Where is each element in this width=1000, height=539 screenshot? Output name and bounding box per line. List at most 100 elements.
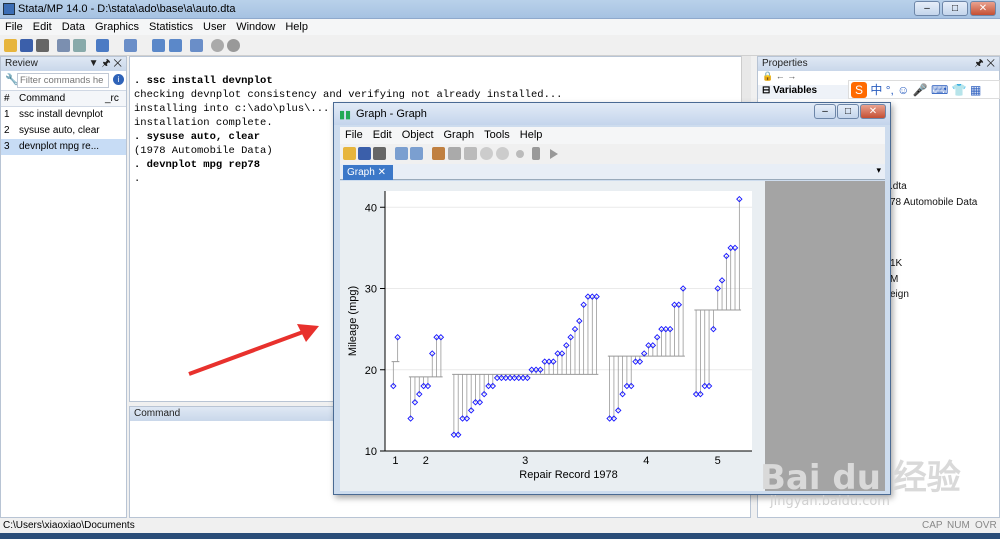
- annotation-arrow-icon: [188, 324, 319, 376]
- info-icon[interactable]: i: [113, 74, 124, 85]
- graph-plot-area[interactable]: 10 20 30 40 1 2 3 4 5 Repair Record 1978 Mileage (…: [340, 181, 765, 491]
- graph-editor-icon[interactable]: [432, 147, 445, 160]
- review-row[interactable]: 2 sysuse auto, clear: [1, 123, 126, 139]
- break-icon[interactable]: [227, 39, 240, 52]
- graph-menu-graph[interactable]: Graph: [439, 127, 480, 144]
- x-group-label: 4: [643, 455, 649, 467]
- graph-menu-object[interactable]: Object: [397, 127, 439, 144]
- viewer-icon[interactable]: [73, 39, 86, 52]
- save-icon[interactable]: [20, 39, 33, 52]
- rename-icon[interactable]: [410, 147, 423, 160]
- tab-dropdown-icon[interactable]: ▾: [876, 165, 881, 176]
- maximize-button[interactable]: □: [942, 1, 968, 16]
- do-file-editor-icon[interactable]: [124, 39, 137, 52]
- review-row-selected[interactable]: 3 devnplot mpg re...: [1, 139, 126, 155]
- tab-close-icon[interactable]: ✕: [378, 167, 386, 178]
- ovr-indicator: OVR: [975, 520, 997, 531]
- menu-edit[interactable]: Edit: [28, 19, 57, 35]
- num-indicator: NUM: [947, 520, 970, 531]
- review-row[interactable]: 1 ssc install devnplot: [1, 107, 126, 123]
- row-number: 2: [4, 125, 10, 136]
- x-group-label: 2: [423, 455, 429, 467]
- pause-icon[interactable]: [532, 147, 540, 160]
- y-tick-label: 30: [365, 284, 377, 296]
- pointer-icon[interactable]: [464, 147, 477, 160]
- menu-graphics[interactable]: Graphics: [90, 19, 144, 35]
- review-header: Review ▼ 🖈 ✕: [1, 57, 126, 71]
- x-group-label: 1: [392, 455, 398, 467]
- row-command: ssc install devnplot: [19, 109, 103, 120]
- devnplot-chart: 10 20 30 40 1 2 3 4 5 Repair Record 1978 Mileage (…: [347, 191, 752, 481]
- status-bar: C:\Users\xiaoxiao\Documents CAP NUM OVR: [0, 519, 1000, 533]
- menu-window[interactable]: Window: [231, 19, 280, 35]
- pin-icon[interactable]: ▼ 🖈 ✕: [89, 57, 126, 71]
- data-browser-icon[interactable]: [169, 39, 182, 52]
- y-tick-label: 40: [365, 202, 377, 214]
- properties-title: Properties: [762, 58, 808, 69]
- variables-label: Variables: [773, 85, 818, 96]
- minimize-button[interactable]: –: [914, 1, 940, 16]
- ime-lang-icon[interactable]: 中: [870, 83, 882, 97]
- graph-window-icon: ▮▮: [339, 109, 352, 121]
- graph-menu-file[interactable]: File: [340, 127, 368, 144]
- menu-file[interactable]: File: [0, 19, 28, 35]
- tab-graph[interactable]: Graph ✕: [343, 165, 393, 180]
- graph-menu-bar: File Edit Object Graph Tools Help: [340, 127, 885, 144]
- variables-manager-icon[interactable]: [190, 39, 203, 52]
- graph-menu-tools[interactable]: Tools: [479, 127, 515, 144]
- print-icon[interactable]: [373, 147, 386, 160]
- pin-icon[interactable]: 🖈 ✕: [974, 57, 999, 71]
- open-icon[interactable]: [343, 147, 356, 160]
- prop-sorted: eign: [890, 289, 909, 300]
- row-number: 1: [4, 109, 10, 120]
- graph-minimize-button[interactable]: –: [814, 104, 836, 119]
- tab-graph-label: Graph: [347, 167, 375, 178]
- menu-user[interactable]: User: [198, 19, 231, 35]
- window-titlebar: Stata/MP 14.0 - D:\stata\ado\base\a\auto…: [0, 0, 1000, 19]
- print-icon[interactable]: [36, 39, 49, 52]
- col-command[interactable]: Command: [19, 91, 65, 107]
- open-icon[interactable]: [4, 39, 17, 52]
- prop-label: 78 Automobile Data: [890, 196, 978, 208]
- col-hash[interactable]: #: [4, 91, 10, 107]
- log-icon[interactable]: [57, 39, 70, 52]
- menu-bar: File Edit Data Graphics Statistics User Window…: [0, 19, 1000, 35]
- graph-tab-bar: Graph ✕ ▾: [340, 164, 885, 180]
- review-title: Review: [5, 58, 38, 69]
- graph-menu-help[interactable]: Help: [515, 127, 548, 144]
- graph-window-titlebar: ▮▮ Graph - Graph – □ ✕: [334, 103, 890, 125]
- play-icon[interactable]: [550, 149, 558, 159]
- record-icon[interactable]: [516, 150, 524, 158]
- taskbar: [0, 533, 1000, 539]
- x-group-label: 3: [522, 455, 528, 467]
- menu-data[interactable]: Data: [57, 19, 90, 35]
- copy-icon[interactable]: [395, 147, 408, 160]
- undo-icon[interactable]: [480, 147, 493, 160]
- data-editor-icon[interactable]: [152, 39, 165, 52]
- graph-empty-area: [765, 181, 885, 491]
- stata-app-icon: [3, 3, 15, 15]
- ime-toolbar[interactable]: S 中 °, ☺ 🎤 ⌨ 👕 ▦: [848, 80, 1000, 99]
- row-command: sysuse auto, clear: [19, 125, 100, 136]
- graph-menu-edit[interactable]: Edit: [368, 127, 397, 144]
- menu-statistics[interactable]: Statistics: [144, 19, 198, 35]
- filter-commands-input[interactable]: [17, 73, 109, 88]
- save-icon[interactable]: [358, 147, 371, 160]
- y-axis-label: Mileage (mpg): [347, 286, 359, 356]
- menu-help[interactable]: Help: [280, 19, 313, 35]
- graph-icon[interactable]: [96, 39, 109, 52]
- more-icon[interactable]: [211, 39, 224, 52]
- x-group-label: 5: [715, 455, 721, 467]
- graph-maximize-button[interactable]: □: [837, 104, 859, 119]
- object-browser-icon[interactable]: [448, 147, 461, 160]
- x-axis-label: Repair Record 1978: [519, 469, 617, 481]
- prop-filename: .dta: [890, 181, 907, 192]
- close-button[interactable]: ✕: [970, 1, 996, 16]
- redo-icon[interactable]: [496, 147, 509, 160]
- sogou-icon[interactable]: S: [851, 82, 867, 98]
- col-rc[interactable]: _rc: [105, 91, 119, 107]
- row-number: 3: [4, 141, 10, 152]
- baidu-watermark: Bai du 经验: [760, 458, 961, 498]
- graph-close-button[interactable]: ✕: [860, 104, 886, 119]
- review-column-headers: # Command _rc: [1, 91, 126, 107]
